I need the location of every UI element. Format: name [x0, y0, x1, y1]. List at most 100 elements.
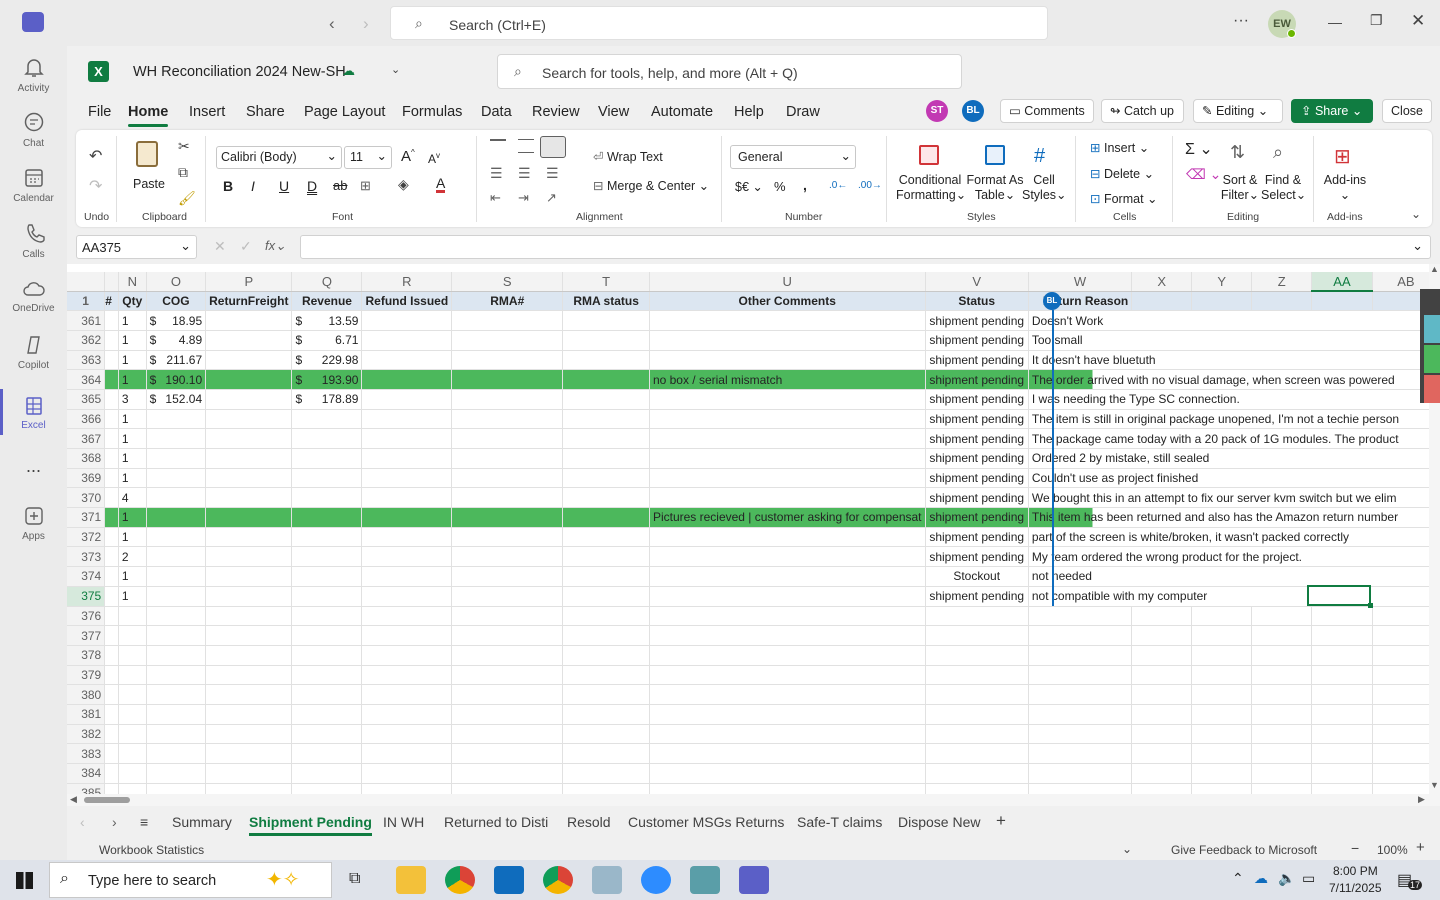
teams-search-input[interactable]: ⌕ Search (Ctrl+E)	[390, 6, 1048, 40]
cell[interactable]	[451, 645, 564, 666]
title-dropdown-icon[interactable]: ⌄	[391, 63, 400, 76]
cell-rma[interactable]	[451, 566, 564, 587]
side-pane-tab-red[interactable]	[1424, 375, 1440, 403]
cell-hash[interactable]	[104, 566, 119, 587]
cell-return-freight[interactable]	[205, 507, 293, 528]
cell-status[interactable]: shipment pending	[925, 409, 1029, 430]
row-header[interactable]: 369	[67, 468, 106, 489]
cell[interactable]	[146, 724, 207, 745]
cell[interactable]	[205, 743, 293, 764]
increase-indent-icon[interactable]: ⇥	[518, 190, 529, 206]
cell[interactable]	[451, 684, 564, 705]
cell-rma-status[interactable]	[562, 468, 650, 489]
cell-return-reason[interactable]: I was needing the Type SC connection.	[1028, 389, 1440, 410]
cell-refund[interactable]	[361, 546, 453, 568]
cell-return-freight[interactable]	[205, 448, 293, 469]
column-header-w[interactable]: W	[1028, 272, 1133, 292]
cell[interactable]	[118, 665, 147, 686]
cell-qty[interactable]: 3	[118, 389, 147, 410]
cell[interactable]	[1251, 743, 1313, 764]
row-header[interactable]: 371	[67, 507, 106, 528]
sheet-tab-customer-msgs-returns[interactable]: Customer MSGs Returns	[628, 814, 784, 830]
cell-qty[interactable]: 1	[118, 369, 147, 390]
cell[interactable]	[1028, 665, 1133, 686]
header-cell[interactable]: Revenue	[291, 291, 363, 312]
column-header-x[interactable]: X	[1131, 272, 1193, 292]
cell-rma[interactable]	[451, 350, 564, 371]
cell-rma[interactable]	[451, 330, 564, 351]
cell[interactable]	[1028, 606, 1133, 627]
cell[interactable]	[104, 645, 119, 666]
paste-icon[interactable]	[136, 141, 158, 167]
tray-network-icon[interactable]: ▭	[1302, 870, 1315, 887]
cell[interactable]	[291, 763, 363, 784]
cell-comments[interactable]	[649, 310, 926, 331]
column-header-q[interactable]: Q	[291, 272, 363, 292]
cell-hash[interactable]	[104, 330, 119, 351]
task-view-icon[interactable]: ⧉	[349, 870, 360, 888]
cell-return-freight[interactable]	[205, 409, 293, 430]
tools-search-input[interactable]: ⌕ Search for tools, help, and more (Alt …	[497, 54, 962, 89]
cell[interactable]	[146, 625, 207, 646]
cell[interactable]	[205, 665, 293, 686]
cell[interactable]	[1251, 763, 1313, 784]
clear-icon[interactable]: ⌫ ⌄	[1186, 166, 1221, 183]
cell-rma[interactable]	[451, 507, 564, 528]
cell[interactable]	[1028, 704, 1133, 725]
cell-rma-status[interactable]	[562, 330, 650, 351]
cell[interactable]	[1251, 724, 1313, 745]
cell-hash[interactable]	[104, 546, 119, 568]
align-top-icon[interactable]	[490, 139, 506, 153]
cell[interactable]	[118, 645, 147, 666]
cell-hash[interactable]	[104, 310, 119, 331]
expand-formula-icon[interactable]: ⌄	[1412, 238, 1423, 254]
cell-comments[interactable]	[649, 389, 926, 410]
cell-rma-status[interactable]	[562, 546, 650, 568]
cell[interactable]	[649, 763, 926, 784]
cell[interactable]	[1191, 704, 1253, 725]
cell[interactable]	[1131, 704, 1193, 725]
tab-insert[interactable]: Insert	[189, 104, 225, 120]
cell-refund[interactable]	[361, 487, 453, 509]
cell[interactable]	[1131, 783, 1193, 794]
workbook-statistics[interactable]: Workbook Statistics	[99, 843, 204, 857]
cell-cog[interactable]: $211.67	[146, 350, 207, 371]
cell-revenue[interactable]: $178.89	[291, 389, 363, 410]
cell-return-freight[interactable]	[205, 527, 293, 548]
cell-rma-status[interactable]	[562, 350, 650, 371]
cell[interactable]	[1311, 724, 1373, 745]
cell[interactable]	[562, 665, 650, 686]
maximize-icon[interactable]: ❐	[1370, 12, 1383, 29]
cell[interactable]	[291, 645, 363, 666]
outlook-icon[interactable]	[494, 866, 524, 894]
feedback-link[interactable]: Give Feedback to Microsoft	[1171, 843, 1317, 857]
decrease-indent-icon[interactable]: ⇤	[490, 190, 501, 206]
cell[interactable]	[104, 625, 119, 646]
cell-refund[interactable]	[361, 389, 453, 410]
cell-status[interactable]: shipment pending	[925, 468, 1029, 489]
cell[interactable]	[1028, 724, 1133, 745]
column-header-r[interactable]: R	[361, 272, 453, 292]
cell-refund[interactable]	[361, 350, 453, 371]
cell[interactable]	[1311, 783, 1373, 794]
cell[interactable]	[649, 645, 926, 666]
cell-cog[interactable]: $152.04	[146, 389, 207, 410]
cell[interactable]	[649, 625, 926, 646]
function-icon[interactable]: fx⌄	[265, 238, 286, 254]
cell[interactable]	[291, 704, 363, 725]
conditional-formatting-button[interactable]: Conditional Formatting⌄	[896, 173, 966, 203]
tab-home[interactable]: Home	[128, 104, 168, 120]
cell[interactable]	[451, 763, 564, 784]
row-header[interactable]: 368	[67, 448, 106, 469]
cell-refund[interactable]	[361, 428, 453, 449]
cell-rma-status[interactable]	[562, 527, 650, 548]
cell[interactable]	[104, 606, 119, 627]
cell[interactable]	[118, 763, 147, 784]
decrease-font-icon[interactable]: Av	[428, 151, 440, 166]
tab-share[interactable]: Share	[246, 104, 285, 120]
tab-data[interactable]: Data	[481, 104, 512, 120]
cell-comments[interactable]	[649, 448, 926, 469]
cell[interactable]	[562, 606, 650, 627]
cell-return-freight[interactable]	[205, 369, 293, 390]
cell[interactable]	[925, 763, 1029, 784]
